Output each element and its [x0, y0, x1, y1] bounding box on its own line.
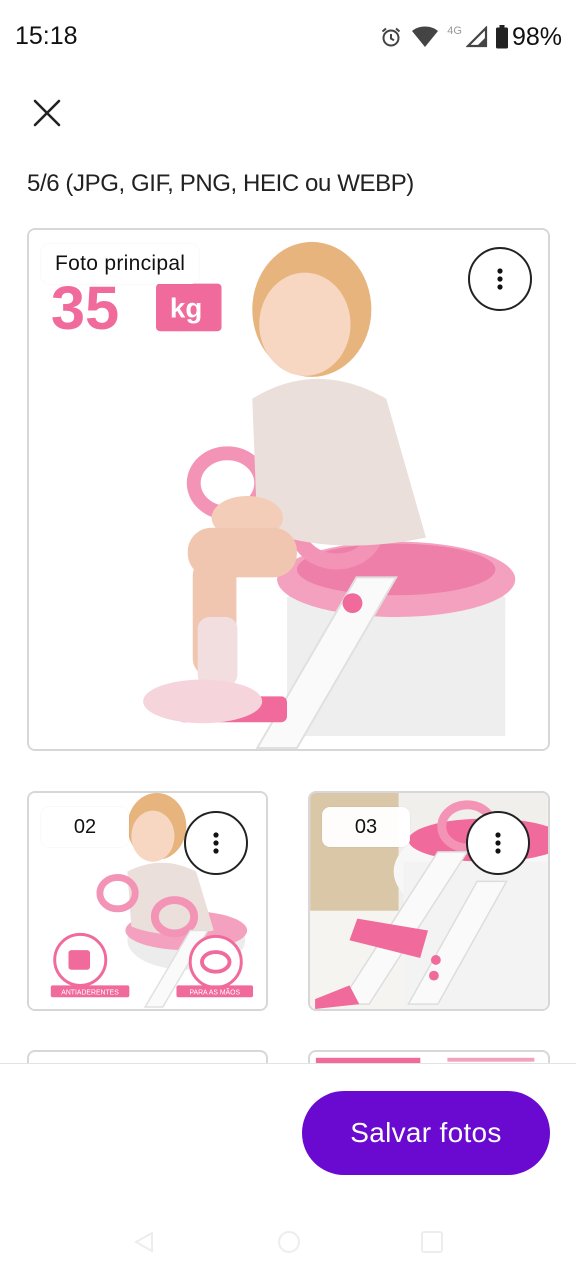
thumb-02-caption-left: ANTIADERENTES — [61, 989, 119, 996]
status-time: 15:18 — [15, 22, 78, 50]
alarm-icon — [379, 25, 403, 49]
main-photo-more-button[interactable] — [468, 247, 532, 311]
thumb-02-caption-right: PARA AS MÃOS — [189, 987, 240, 996]
close-button[interactable] — [26, 92, 68, 134]
main-photo-card[interactable]: 35 kg Foto principal — [27, 228, 550, 751]
battery-icon — [495, 25, 508, 49]
status-bar: 15:18 4G 98% — [0, 0, 576, 76]
recents-square-icon — [421, 1231, 443, 1253]
photo-03-more-button[interactable] — [466, 811, 530, 875]
more-vertical-icon — [213, 832, 219, 854]
save-photos-button[interactable]: Salvar fotos — [302, 1091, 550, 1175]
nav-back-button[interactable] — [132, 1230, 156, 1259]
close-icon — [33, 99, 61, 127]
system-navigation-bar — [0, 1220, 576, 1260]
photo-card-02[interactable]: ANTIADERENTES PARA AS MÃOS 02 — [27, 791, 268, 1011]
more-vertical-icon — [497, 268, 503, 290]
photo-02-more-button[interactable] — [184, 811, 248, 875]
status-icons: 4G 98% — [379, 20, 562, 54]
nav-recents-button[interactable] — [420, 1230, 444, 1259]
photo-count-heading: 5/6 (JPG, GIF, PNG, HEIC ou WEBP) — [27, 170, 414, 197]
wifi-icon — [411, 25, 439, 49]
battery-percentage: 98% — [511, 22, 562, 51]
photo-number-badge: 02 — [41, 807, 129, 847]
main-product-photo: 35 kg — [29, 230, 548, 749]
network-type: 4G — [447, 25, 462, 37]
home-circle-icon — [278, 1231, 300, 1253]
main-photo-label: Foto principal — [41, 244, 200, 284]
cell-signal-icon — [465, 26, 488, 48]
more-vertical-icon — [495, 832, 501, 854]
back-triangle-icon — [133, 1231, 153, 1253]
nav-home-button[interactable] — [277, 1230, 301, 1259]
photo-number-badge: 03 — [322, 807, 410, 847]
weight-text: 35 — [51, 274, 119, 343]
photo-card-03[interactable]: 03 — [308, 791, 550, 1011]
weight-unit-text: kg — [170, 292, 202, 323]
